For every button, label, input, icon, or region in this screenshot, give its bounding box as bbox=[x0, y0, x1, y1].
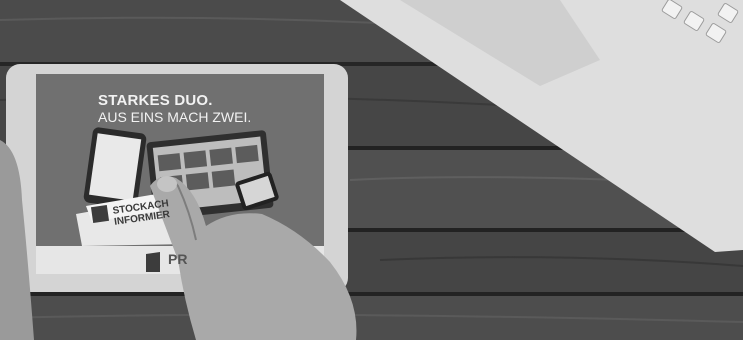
headline-line-2: AUS EINS MACH ZWEI. bbox=[98, 109, 252, 125]
photo-scene: STARKES DUO. AUS EINS MACH ZWEI. STOCKAC… bbox=[0, 0, 743, 340]
brand-logo-text: PR bbox=[168, 251, 188, 267]
scene-drawing bbox=[0, 0, 743, 340]
ad-headline: STARKES DUO. AUS EINS MACH ZWEI. bbox=[98, 92, 251, 126]
headline-line-1: STARKES DUO. bbox=[98, 92, 213, 109]
